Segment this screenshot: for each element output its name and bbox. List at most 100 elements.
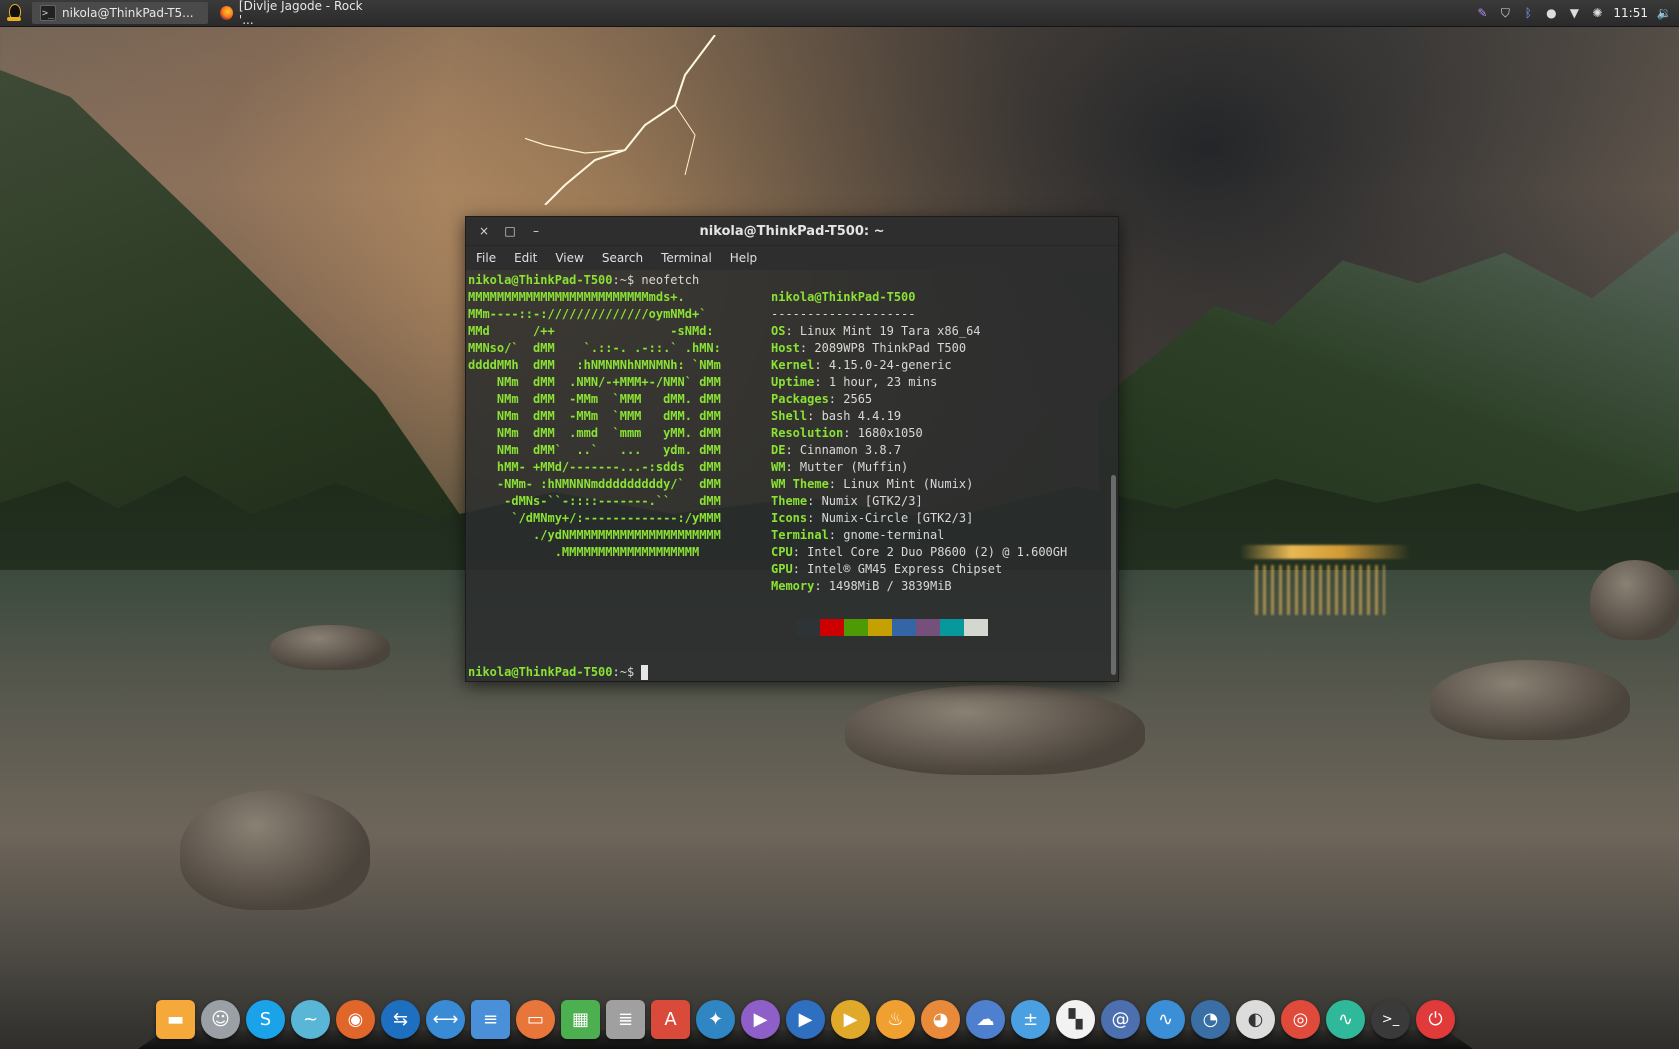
info-row: Packages: 2565	[771, 392, 873, 406]
brightness-icon[interactable]: ✺	[1590, 6, 1604, 20]
menu-file[interactable]: File	[476, 251, 496, 265]
main-menu-button[interactable]	[0, 0, 28, 26]
dock-app-kodi[interactable]: ✦	[696, 1000, 735, 1039]
dock-app-power[interactable]: ⏻	[1416, 1000, 1455, 1039]
minimize-icon[interactable]: –	[530, 224, 542, 238]
terminal-icon: >_	[40, 5, 56, 21]
system-tray: ✎ ⛉ ᛒ ● ▼ ✺ 11:51 🔉	[1475, 6, 1679, 21]
dock-app-terminal[interactable]: >_	[1371, 1000, 1410, 1039]
dock-app-settings-toggle[interactable]: ◐	[1236, 1000, 1275, 1039]
dock-app-files[interactable]: ▬	[156, 1000, 195, 1039]
info-row: DE: Cinnamon 3.8.7	[771, 443, 902, 457]
terminal-output[interactable]: nikola@ThinkPad-T500:~$ neofetch MMMMMMM…	[466, 270, 1118, 682]
info-row: Uptime: 1 hour, 23 mins	[771, 375, 938, 389]
clock[interactable]: 11:51	[1613, 6, 1648, 20]
messenger-icon: ~	[302, 1009, 319, 1030]
dock-app-brasero[interactable]: ♨	[876, 1000, 915, 1039]
logo-line: MMMMMMMMMMMMMMMMMMMMMMMMMmds+.	[468, 290, 685, 304]
window-titlebar[interactable]: × □ – nikola@ThinkPad-T500: ~	[466, 217, 1118, 246]
wallpaper-mountain-right	[1099, 230, 1679, 610]
apps-grid-icon: ▚	[1068, 1009, 1083, 1030]
info-row: WM Theme: Linux Mint (Numix)	[771, 477, 974, 491]
prompt: nikola@ThinkPad-T500	[468, 665, 613, 679]
taskbar-item-firefox[interactable]: [Divlje Jagode - Rock '...	[212, 0, 378, 27]
command-line: nikola@ThinkPad-T500:~$ neofetch	[468, 272, 1116, 289]
firefox-icon: ◉	[347, 1009, 364, 1030]
terminal-window[interactable]: × □ – nikola@ThinkPad-T500: ~ File Edit …	[465, 216, 1119, 682]
info-row: Shell: bash 4.4.19	[771, 409, 902, 423]
color-swatch	[964, 619, 988, 636]
dock-app-teamviewer-like[interactable]: ⇆	[381, 1000, 420, 1039]
dock-app-documents[interactable]: ≡	[471, 1000, 510, 1039]
window-title: nikola@ThinkPad-T500: ~	[699, 223, 885, 239]
logo-line: NMm dMM .mmd `mmm yMM. dMM	[468, 426, 721, 440]
menu-search[interactable]: Search	[602, 251, 643, 265]
taskbar-item-terminal[interactable]: >_ nikola@ThinkPad-T5...	[32, 2, 208, 24]
dock-app-software[interactable]: ▚	[1056, 1000, 1095, 1039]
dock-app-gimp[interactable]: ◕	[921, 1000, 960, 1039]
active-prompt-line: nikola@ThinkPad-T500:~$	[468, 664, 649, 681]
folder-icon: ▬	[166, 1009, 184, 1030]
dock-app-plex[interactable]: ▶	[831, 1000, 870, 1039]
logo-line: `/dMNmy+/:-------------:/yMMM	[468, 511, 721, 525]
menu-edit[interactable]: Edit	[514, 251, 537, 265]
dock-app-pidgin[interactable]: ☺	[201, 1000, 240, 1039]
scrollbar-thumb[interactable]	[1111, 475, 1116, 675]
neofetch-info: nikola@ThinkPad-T500 -------------------…	[771, 289, 1067, 595]
dock-app-calc[interactable]: ▦	[561, 1000, 600, 1039]
dock-app-video-player[interactable]: ▶	[786, 1000, 825, 1039]
dock-app-firefox[interactable]: ◉	[336, 1000, 375, 1039]
plex-icon: ▶	[843, 1009, 858, 1030]
bluetooth-icon[interactable]: ᛒ	[1521, 6, 1535, 20]
dock-app-calculator[interactable]: ±	[1011, 1000, 1050, 1039]
dock-app-cloud[interactable]: ☁	[966, 1000, 1005, 1039]
logo-line: MMNso/` dMM `.::-. .-::.` .hMN:	[468, 341, 721, 355]
color-swatch	[916, 619, 940, 636]
dock-app-skype[interactable]: S	[246, 1000, 285, 1039]
dock-app-activity[interactable]: ∿	[1326, 1000, 1365, 1039]
pdf-icon: A	[664, 1009, 677, 1030]
user-icon[interactable]: ●	[1544, 6, 1558, 20]
color-swatch	[820, 619, 844, 636]
speaker-icon[interactable]: 🔉	[1657, 6, 1672, 20]
skype-icon: S	[259, 1009, 272, 1030]
wallpaper-rock	[180, 790, 370, 910]
dock-app-media-player[interactable]: ▶	[741, 1000, 780, 1039]
cloud-icon: ☁	[976, 1009, 995, 1030]
info-row: CPU: Intel Core 2 Duo P8600 (2) @ 1.600G…	[771, 545, 1068, 559]
dock-app-messenger[interactable]: ~	[291, 1000, 330, 1039]
info-row: GPU: Intel® GM45 Express Chipset	[771, 562, 1003, 576]
dock-app-steam-like[interactable]: @	[1101, 1000, 1140, 1039]
wifi-icon[interactable]: ▼	[1567, 6, 1581, 20]
scrollbar[interactable]	[1110, 270, 1116, 680]
pie-icon: ◔	[1202, 1009, 1219, 1030]
maximize-icon[interactable]: □	[504, 224, 516, 238]
logo-line: MMm----::-://////////////oymNMd+`	[468, 307, 707, 321]
close-icon[interactable]: ×	[478, 224, 490, 238]
firefox-icon	[220, 6, 233, 20]
dock-app-writer[interactable]: ≣	[606, 1000, 645, 1039]
wallpaper-lightning	[525, 35, 716, 205]
color-swatch	[940, 619, 964, 636]
dock-app-chrome[interactable]: ◎	[1281, 1000, 1320, 1039]
logo-line: NMm dMM -MMm `MMM dMM. dMM	[468, 392, 721, 406]
dock-app-teamviewer[interactable]: ⟷	[426, 1000, 465, 1039]
dock-app-pdf[interactable]: A	[651, 1000, 690, 1039]
terminal-menubar: File Edit View Search Terminal Help	[466, 246, 1118, 270]
color-swatch	[796, 619, 820, 636]
dock-app-system-monitor[interactable]: ∿	[1146, 1000, 1185, 1039]
shield-icon[interactable]: ⛉	[1498, 6, 1512, 20]
feather-icon[interactable]: ✎	[1475, 6, 1489, 20]
dock-app-disk-usage[interactable]: ◔	[1191, 1000, 1230, 1039]
info-row: Kernel: 4.15.0-24-generic	[771, 358, 952, 372]
dock-app-impress[interactable]: ▭	[516, 1000, 555, 1039]
color-swatch	[844, 619, 868, 636]
chrome-icon: ◎	[1292, 1009, 1309, 1030]
menu-help[interactable]: Help	[730, 251, 757, 265]
menu-view[interactable]: View	[555, 251, 583, 265]
toggle-icon: ◐	[1247, 1009, 1264, 1030]
info-row: WM: Mutter (Muffin)	[771, 460, 909, 474]
menu-terminal[interactable]: Terminal	[661, 251, 712, 265]
info-row: Icons: Numix-Circle [GTK2/3]	[771, 511, 974, 525]
logo-line: .MMMMMMMMMMMMMMMMMMM	[468, 545, 700, 559]
